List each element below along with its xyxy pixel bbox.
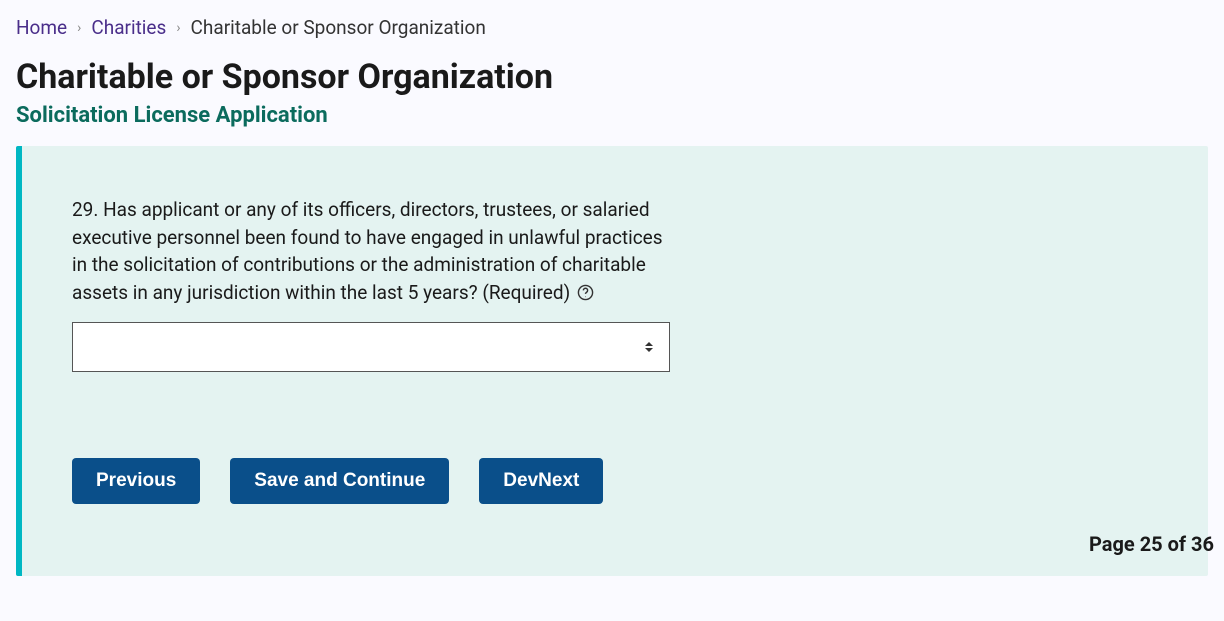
breadcrumb-charities-link[interactable]: Charities: [91, 16, 166, 39]
chevron-right-icon: ›: [176, 20, 180, 36]
breadcrumb-current: Charitable or Sponsor Organization: [191, 16, 486, 39]
chevron-right-icon: ›: [77, 20, 81, 36]
dev-next-button[interactable]: DevNext: [479, 458, 603, 504]
page-title: Charitable or Sponsor Organization: [16, 57, 1208, 97]
previous-button[interactable]: Previous: [72, 458, 200, 504]
page-subtitle: Solicitation License Application: [16, 103, 1208, 128]
form-panel: 29. Has applicant or any of its officers…: [16, 146, 1208, 576]
button-row: Previous Save and Continue DevNext: [72, 458, 1158, 504]
breadcrumb: Home › Charities › Charitable or Sponsor…: [16, 16, 1208, 39]
question-29-select-wrap: [72, 322, 670, 372]
help-icon[interactable]: [577, 284, 594, 301]
save-and-continue-button[interactable]: Save and Continue: [230, 458, 449, 504]
required-indicator: (Required): [482, 281, 570, 304]
question-29-label: 29. Has applicant or any of its officers…: [72, 196, 672, 306]
breadcrumb-home-link[interactable]: Home: [16, 16, 67, 39]
page-indicator: Page 25 of 36: [1089, 532, 1214, 556]
